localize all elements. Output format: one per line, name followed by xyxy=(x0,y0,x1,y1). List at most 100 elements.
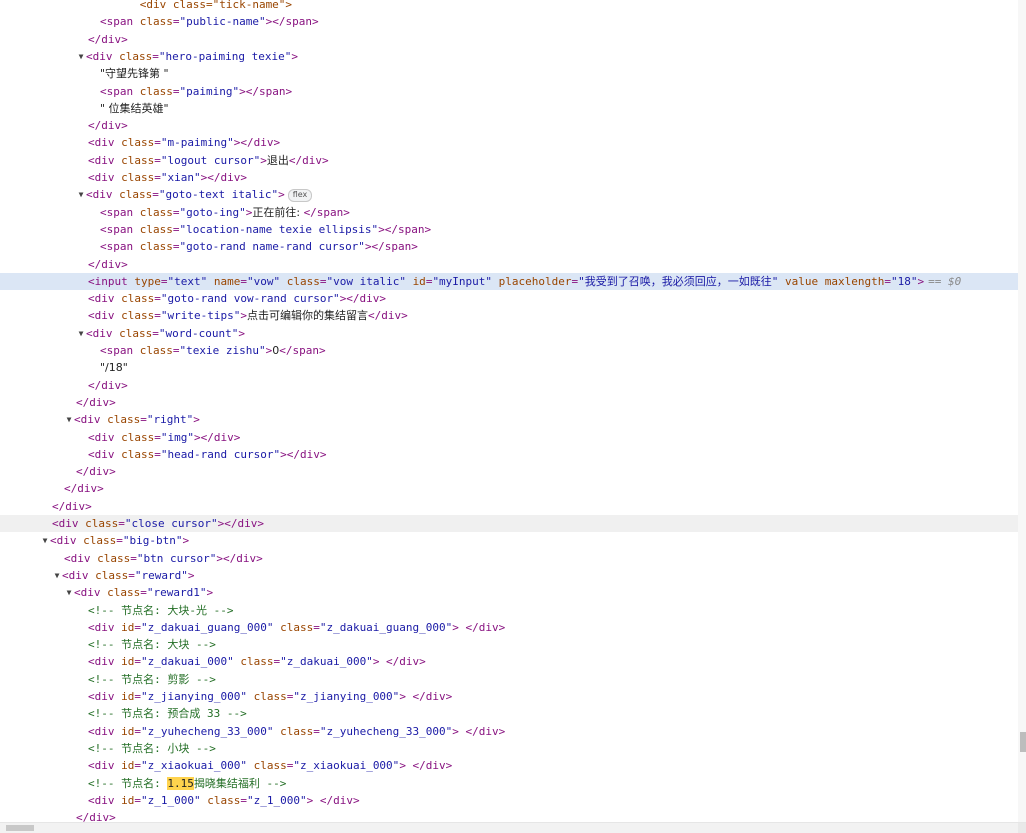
dom-node-row[interactable]: <!-- 节点名: 1.15揭晓集结福利 --> xyxy=(0,775,1018,792)
dom-token-tag: > xyxy=(193,413,200,427)
dom-token-attr: class xyxy=(253,690,287,703)
dom-node-row[interactable]: <span class="paiming"></span> xyxy=(0,83,1018,100)
dom-token-tag: <span xyxy=(100,240,140,254)
dom-node-row[interactable]: </div> xyxy=(0,256,1018,273)
dom-node-row[interactable]: <div id="z_jianying_000" class="z_jianyi… xyxy=(0,688,1018,705)
dom-node-row[interactable]: </div> xyxy=(0,498,1018,515)
dom-node-row[interactable]: <div class="xian"></div> xyxy=(0,169,1018,186)
dom-node-row[interactable]: <!-- 节点名: 预合成 33 --> xyxy=(0,705,1018,722)
dom-node-row[interactable]: "/18" xyxy=(0,359,1018,376)
dom-node-row[interactable]: ▼ <div class="word-count"> xyxy=(0,325,1018,342)
dom-token-tag: ></div> xyxy=(200,171,247,184)
dom-token-val: "vow" xyxy=(246,274,287,288)
vertical-scrollbar[interactable] xyxy=(1018,0,1026,823)
dom-token-attr: class xyxy=(139,84,173,98)
dom-node-row[interactable]: <div class="m-paiming"></div> xyxy=(0,134,1018,151)
dom-node-row[interactable]: <div class="logout cursor">退出</div> xyxy=(0,152,1018,169)
dom-node-row[interactable]: <!-- 节点名: 小块 --> xyxy=(0,740,1018,757)
dom-token-tag: > xyxy=(187,568,195,582)
dom-token-tag: <div xyxy=(88,136,122,150)
dom-node-row[interactable]: <div class="tick-name"> xyxy=(0,0,1018,13)
dom-token-txt: "/18" xyxy=(100,361,128,375)
dom-node-row[interactable]: " 位集结英雄" xyxy=(0,100,1018,117)
expand-triangle-icon[interactable]: ▼ xyxy=(76,325,86,342)
expand-triangle-icon[interactable]: ▼ xyxy=(52,567,62,584)
dom-node-row[interactable]: </div> xyxy=(0,809,1018,823)
dom-node-row[interactable]: <!-- 节点名: 剪影 --> xyxy=(0,671,1018,688)
dom-node-row[interactable]: <span class="goto-ing">正在前往: </span> xyxy=(0,204,1018,221)
dom-node-row[interactable]: <span class="location-name texie ellipsi… xyxy=(0,221,1018,238)
dom-node-row[interactable]: </div> xyxy=(0,377,1018,394)
dom-node-row[interactable]: <div class="btn cursor"></div> xyxy=(0,550,1018,567)
dom-token-attr: class xyxy=(121,430,155,444)
dom-token-tag: > </div> xyxy=(399,690,453,703)
dom-token-val: "z_dakuai_000" xyxy=(141,655,241,669)
dom-token-attr: class xyxy=(139,15,173,29)
dom-token-val: "goto-ing" xyxy=(179,205,246,219)
dom-token-tag: > </div> xyxy=(452,620,506,634)
dom-token-val: "word-count" xyxy=(158,326,239,340)
dom-tree[interactable]: <div class="tick-name"> <span class="publ… xyxy=(0,0,1018,823)
dom-token-attr: class xyxy=(85,517,119,530)
dom-node-row[interactable]: <div class="close cursor"></div> xyxy=(0,515,1018,532)
dom-token-val: "write-tips" xyxy=(160,309,241,323)
expand-triangle-icon[interactable]: ▼ xyxy=(76,48,86,65)
dom-node-row[interactable]: ▼ <div class="right"> xyxy=(0,411,1018,428)
dom-token-val: "logout cursor" xyxy=(160,153,261,167)
expand-triangle-icon[interactable]: ▼ xyxy=(40,532,50,549)
dom-node-row[interactable]: <div id="z_xiaokuai_000" class="z_xiaoku… xyxy=(0,757,1018,774)
dom-token-tag: = xyxy=(134,620,141,634)
dom-token-tag: <span xyxy=(100,84,140,98)
dom-token-tag: <div xyxy=(74,586,108,600)
dom-node-row[interactable]: <span class="goto-rand name-rand cursor"… xyxy=(0,238,1018,255)
dom-node-row[interactable]: </div> xyxy=(0,463,1018,480)
dom-token-val: "z_yuhecheng_33_000" xyxy=(141,724,281,738)
dom-node-row[interactable]: <div id="z_dakuai_000" class="z_dakuai_0… xyxy=(0,653,1018,670)
dom-token-tag: <div xyxy=(86,188,120,202)
dom-node-row[interactable]: ▼ <div class="big-btn"> xyxy=(0,532,1018,549)
dom-node-row[interactable]: <div id="z_1_000" class="z_1_000"> </div… xyxy=(0,792,1018,809)
flex-badge[interactable]: flex xyxy=(287,188,313,202)
vertical-scrollbar-thumb[interactable] xyxy=(1020,732,1026,752)
dom-node-row[interactable]: </div> xyxy=(0,31,1018,48)
dom-token-attr: class xyxy=(97,551,131,565)
dom-node-row[interactable]: </div> xyxy=(0,117,1018,134)
dom-token-val: "z_dakuai_guang_000" xyxy=(319,620,453,634)
dom-node-row[interactable]: <input type="text" name="vow" class="vow… xyxy=(0,272,1018,290)
expand-triangle-icon[interactable]: ▼ xyxy=(76,186,86,203)
dom-node-row[interactable]: <!-- 节点名: 大块-光 --> xyxy=(0,602,1018,619)
dom-node-row[interactable]: <span class="public-name"></span> xyxy=(0,13,1018,30)
dom-token-attr: class xyxy=(121,309,155,323)
dom-token-attr: class xyxy=(121,447,155,461)
dom-token-tag: <div xyxy=(88,620,122,634)
horizontal-scrollbar-thumb[interactable] xyxy=(6,825,34,831)
dom-token-tag: = xyxy=(152,188,159,202)
expand-triangle-icon[interactable]: ▼ xyxy=(64,411,74,428)
dom-node-row[interactable]: <div id="z_dakuai_guang_000" class="z_da… xyxy=(0,619,1018,636)
dom-node-row[interactable]: <!-- 节点名: 大块 --> xyxy=(0,636,1018,653)
dom-node-row[interactable]: ▼ <div class="reward"> xyxy=(0,567,1018,584)
dom-token-attr: class xyxy=(83,534,117,548)
dom-node-row[interactable]: </div> xyxy=(0,480,1018,497)
dom-node-row[interactable]: <div class="goto-rand vow-rand cursor"><… xyxy=(0,290,1018,307)
horizontal-scrollbar[interactable] xyxy=(0,822,1026,833)
dom-token-txt: " 位集结英雄" xyxy=(100,101,169,115)
dom-node-row[interactable]: "守望先锋第 " xyxy=(0,65,1018,82)
dom-token-attr: <div class="tick-name"> xyxy=(100,0,293,11)
dom-node-row[interactable]: <div class="head-rand cursor"></div> xyxy=(0,446,1018,463)
dom-token-tag: ></div> xyxy=(217,517,264,530)
dom-token-tag: ></div> xyxy=(216,551,263,565)
dom-token-tag: <div xyxy=(88,793,122,807)
dom-node-row[interactable]: <div class="img"></div> xyxy=(0,429,1018,446)
dom-node-row[interactable]: <span class="texie zishu">0</span> xyxy=(0,342,1018,359)
dom-node-row[interactable]: ▼ <div class="goto-text italic"> flex xyxy=(0,186,1018,203)
dom-node-row[interactable]: ▼ <div class="hero-paiming texie"> xyxy=(0,48,1018,65)
dom-node-row[interactable]: <div id="z_yuhecheng_33_000" class="z_yu… xyxy=(0,723,1018,740)
dom-token-txt: 正在前往: xyxy=(252,205,304,219)
expand-triangle-icon[interactable]: ▼ xyxy=(64,584,74,601)
dom-token-attr: value maxlength xyxy=(785,274,885,288)
dom-token-tag: = xyxy=(134,793,141,807)
dom-node-row[interactable]: <div class="write-tips">点击可编辑你的集结留言</div… xyxy=(0,307,1018,324)
dom-node-row[interactable]: </div> xyxy=(0,394,1018,411)
dom-node-row[interactable]: ▼ <div class="reward1"> xyxy=(0,584,1018,601)
